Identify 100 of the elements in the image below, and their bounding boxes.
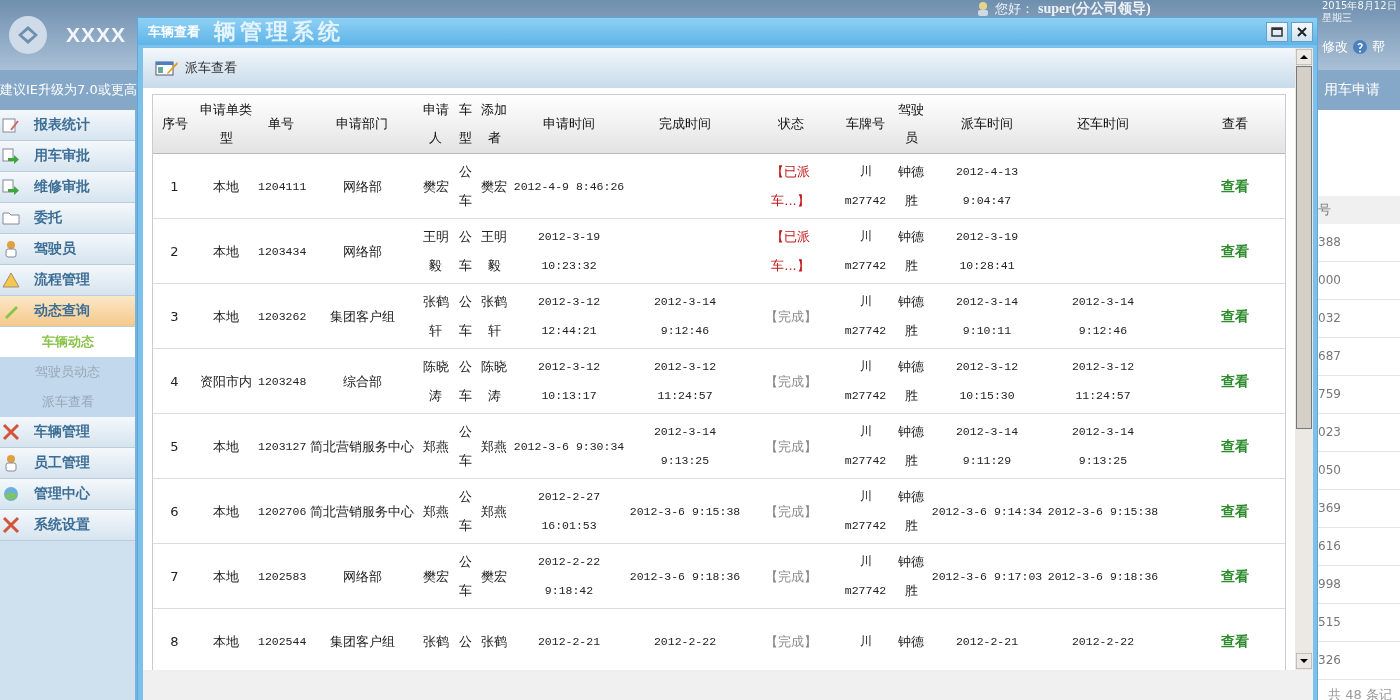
apply-tab[interactable]: 用车申请 <box>1324 81 1380 99</box>
sidebar-item[interactable]: 报表统计 <box>0 110 135 141</box>
table-cell: 川 m27742 <box>844 360 887 402</box>
view-link[interactable]: 查看 <box>1221 502 1249 519</box>
person-icon <box>2 240 20 258</box>
view-link[interactable]: 查看 <box>1221 437 1249 454</box>
table-cell: 钟德胜 <box>898 554 924 598</box>
table-cell: 2012-3-14 9:13:25 <box>1071 425 1135 467</box>
sidebar-item[interactable]: 维修审批 <box>0 172 135 203</box>
table-cell: 本地 <box>213 243 239 259</box>
form-pen-icon <box>155 58 179 78</box>
table-cell: 张鹤 <box>481 633 507 649</box>
scrollbar[interactable] <box>1295 48 1313 670</box>
sidebar-item[interactable]: 系统设置 <box>0 510 135 541</box>
sidebar-item[interactable]: 动态查询 <box>0 296 135 327</box>
table-cell: 本地 <box>213 308 239 324</box>
table-cell: 川 m27742 <box>844 425 887 467</box>
table-cell: 2012-3-6 9:30:34 <box>513 439 625 453</box>
table-cell: 川 <box>859 634 872 648</box>
sidebar-item[interactable]: 委托 <box>0 203 135 234</box>
scroll-down-icon[interactable] <box>1296 653 1312 669</box>
sidebar-item[interactable]: 管理中心 <box>0 479 135 510</box>
table-cell: 2012-3-19 10:23:32 <box>537 230 601 272</box>
column-header: 号 <box>1316 196 1400 224</box>
table-cell: 2012-3-14 9:12:46 <box>653 295 717 337</box>
status-label: 【完成】 <box>764 308 817 324</box>
table-cell: 本地 <box>213 178 239 194</box>
table-cell: 2012-3-12 11:24:57 <box>1071 360 1135 402</box>
document-pen-icon <box>2 116 20 134</box>
table-cell: 2012-4-9 8:46:26 <box>513 179 625 193</box>
triangle-ruler-icon <box>2 271 20 289</box>
document-arrow-icon <box>2 147 20 165</box>
sidebar-item[interactable]: 驾驶员 <box>0 234 135 265</box>
scroll-up-icon[interactable] <box>1296 49 1312 65</box>
table-cell: 2012-3-6 9:18:36 <box>629 569 741 583</box>
status-label: 【完成】 <box>764 373 817 389</box>
table-cell: 网络部 <box>342 178 382 194</box>
table-cell: 本地 <box>213 633 239 649</box>
table-cell: 简北营销服务中心 <box>310 438 414 454</box>
view-link[interactable]: 查看 <box>1221 177 1249 194</box>
view-link[interactable]: 查看 <box>1221 567 1249 584</box>
table-cell: 本地 <box>213 503 239 519</box>
table-cell: 王明毅 <box>481 229 507 273</box>
toolbar-label: 派车查看 <box>185 59 237 77</box>
table-cell: 1202544 <box>258 634 306 648</box>
table-cell: 2012-2-22 9:18:42 <box>537 555 601 597</box>
table-cell: 张鹤轩 <box>422 294 449 338</box>
table-cell: 2012-3-6 9:15:38 <box>629 504 741 518</box>
table-cell: 张鹤 <box>422 633 449 649</box>
close-button[interactable] <box>1291 21 1313 42</box>
table-cell: 川 m27742 <box>844 230 887 272</box>
table-cell: 3 <box>170 308 179 324</box>
table-cell: 公车 <box>458 489 472 533</box>
table-cell: 公车 <box>458 294 472 338</box>
logo-icon <box>8 15 48 55</box>
table-cell: 钟德胜 <box>898 229 924 273</box>
date-label: 2015年8月12日 <box>1322 0 1397 12</box>
sidebar-item[interactable]: 用车审批 <box>0 141 135 172</box>
edit-link[interactable]: 修改 <box>1322 38 1348 56</box>
table-cell: 本地 <box>213 438 239 454</box>
tools-icon <box>2 516 20 534</box>
table-cell: 2012-2-22 <box>653 634 717 648</box>
table-cell: 2012-3-14 9:13:25 <box>653 425 717 467</box>
table-cell: 公车 <box>458 229 472 273</box>
table-cell: 2012-3-14 9:11:29 <box>955 425 1019 467</box>
table-cell: 钟德 <box>898 633 924 649</box>
table-cell: 1203434 <box>258 244 306 258</box>
sidebar-item[interactable]: 员工管理 <box>0 448 135 479</box>
sidebar-item[interactable]: 流程管理 <box>0 265 135 296</box>
table-cell: 公车 <box>458 554 472 598</box>
weekday-label: 星期三 <box>1322 12 1353 24</box>
maximize-icon <box>1271 25 1283 38</box>
view-link[interactable]: 查看 <box>1221 242 1249 259</box>
table-cell: 简北营销服务中心 <box>310 503 414 519</box>
table-cell: 2012-3-6 9:17:03 <box>931 569 1043 583</box>
help-link[interactable]: 帮 <box>1372 38 1385 56</box>
maximize-button[interactable] <box>1266 21 1288 42</box>
table-cell: 川 m27742 <box>844 555 887 597</box>
view-link[interactable]: 查看 <box>1221 372 1249 389</box>
table-cell: 公车 <box>458 164 472 208</box>
user-name: super(分公司领导) <box>1038 0 1151 18</box>
table-cell: 王明毅 <box>422 229 449 273</box>
table-cell: 2012-3-12 10:13:17 <box>537 360 601 402</box>
table-cell: 2012-3-12 11:24:57 <box>653 360 717 402</box>
table-cell: 钟德胜 <box>898 489 924 533</box>
sidebar-item[interactable]: 车辆管理 <box>0 417 135 448</box>
help-icon[interactable] <box>1352 39 1368 55</box>
status-label: 【已派车...】 <box>770 228 811 275</box>
table-cell: 1203262 <box>258 309 306 323</box>
table-cell: 公车 <box>458 424 472 468</box>
view-link[interactable]: 查看 <box>1221 632 1249 649</box>
scroll-thumb[interactable] <box>1296 66 1312 430</box>
status-label: 【完成】 <box>764 633 817 649</box>
view-link[interactable]: 查看 <box>1221 307 1249 324</box>
table-cell: 钟德胜 <box>898 359 924 403</box>
table-cell: 陈晓涛 <box>481 359 507 403</box>
table-cell: 川 m27742 <box>844 490 887 532</box>
table-cell: 网络部 <box>342 243 382 259</box>
table-cell: 2012-2-27 16:01:53 <box>537 490 601 532</box>
person-icon <box>975 1 991 17</box>
